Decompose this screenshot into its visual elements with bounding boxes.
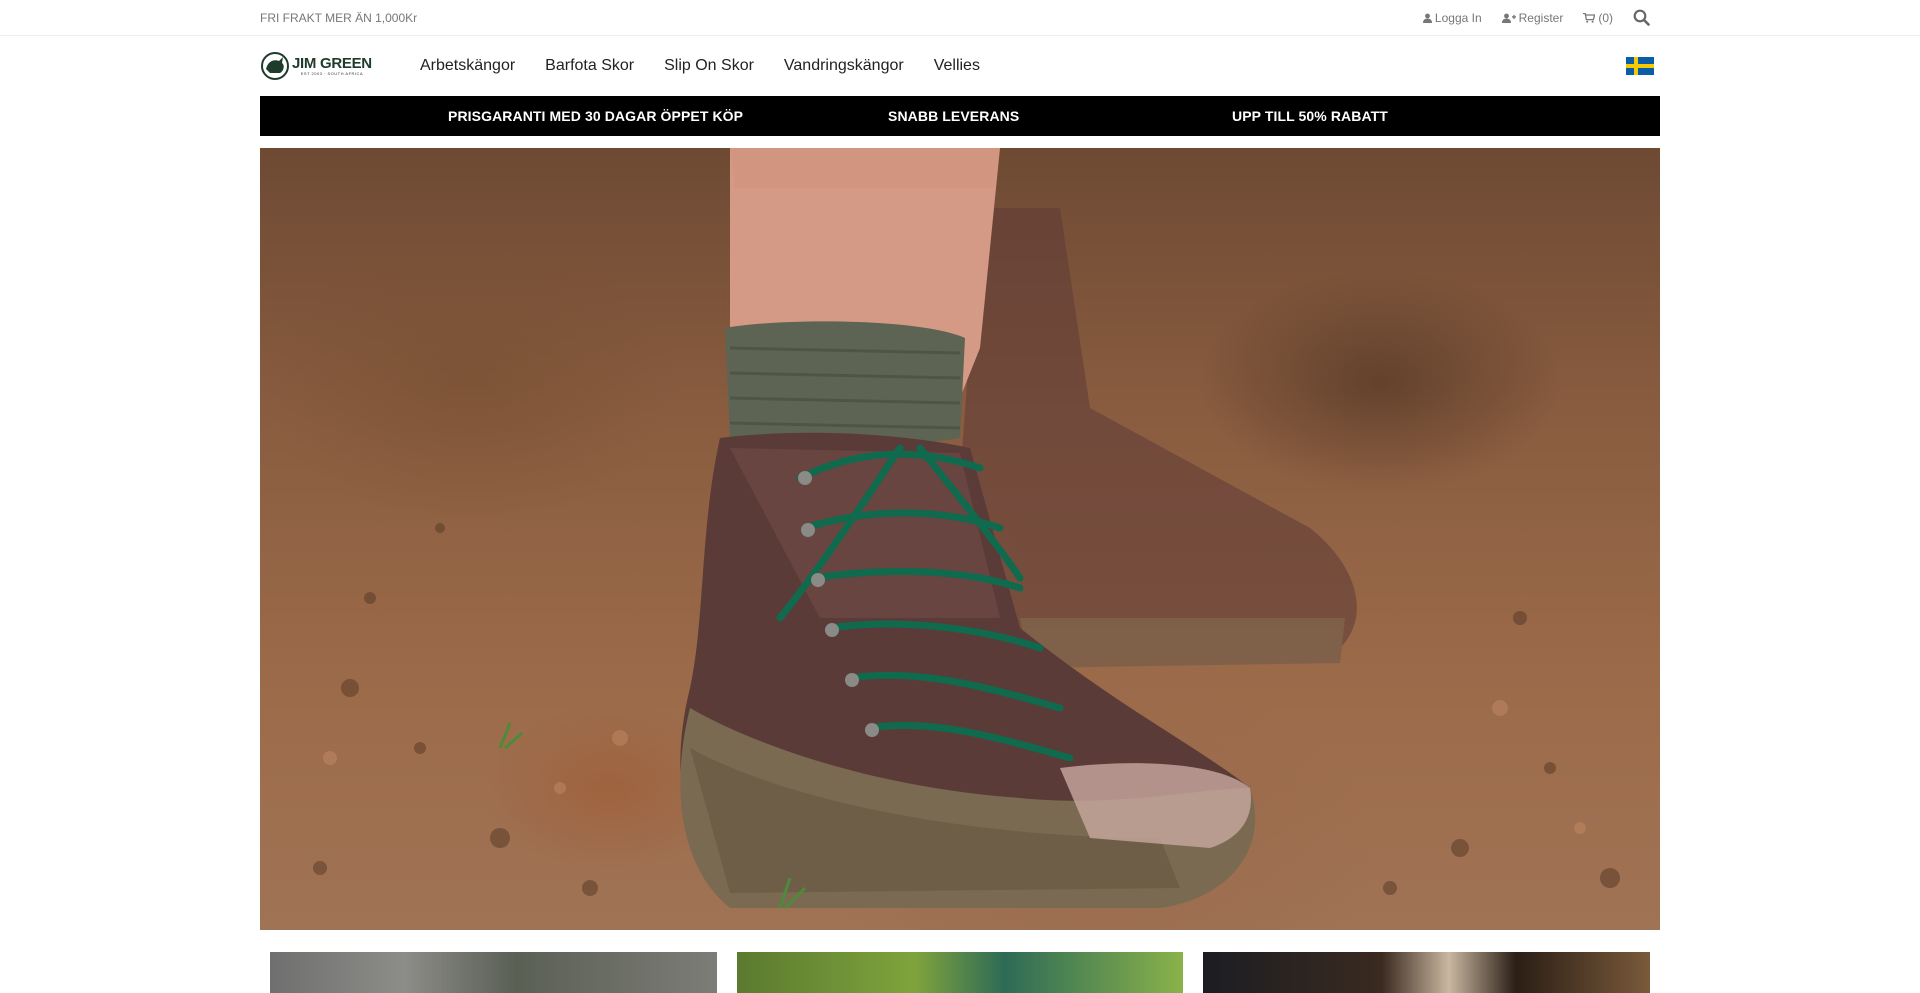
category-card-boots-grass[interactable] xyxy=(736,952,1184,993)
hero-banner-image[interactable] xyxy=(260,148,1660,930)
register-link[interactable]: Register xyxy=(1501,10,1564,25)
search-icon xyxy=(1633,9,1650,26)
register-label: Register xyxy=(1518,10,1564,25)
cart-icon xyxy=(1583,12,1596,23)
nav-item-slip-on-skor[interactable]: Slip On Skor xyxy=(664,57,754,75)
login-link[interactable]: Logga In xyxy=(1422,10,1482,25)
category-card-work-boots[interactable] xyxy=(270,952,717,993)
category-card-vellies[interactable] xyxy=(1203,952,1651,993)
usp-price-guarantee: PRISGARANTI MED 30 DAGAR ÖPPET KÖP xyxy=(448,108,744,124)
user-icon xyxy=(1422,13,1432,23)
nav-item-vandringskangor[interactable]: Vandringskängor xyxy=(784,57,904,75)
category-cards xyxy=(260,952,1660,993)
hiking-boot-illustration xyxy=(313,148,1620,910)
logo-tagline: EST 2003 · SOUTH AFRICA xyxy=(300,71,364,76)
free-shipping-promo: FRI FRAKT MER ÄN 1,000Kr xyxy=(260,10,418,25)
usp-bar: PRISGARANTI MED 30 DAGAR ÖPPET KÖP SNABB… xyxy=(260,96,1660,136)
cart-count: (0) xyxy=(1598,10,1613,25)
nav-item-barfota-skor[interactable]: Barfota Skor xyxy=(545,57,634,75)
nav-item-vellies[interactable]: Vellies xyxy=(934,57,980,75)
login-label: Logga In xyxy=(1434,10,1482,25)
sweden-flag-icon[interactable] xyxy=(1626,57,1654,75)
logo-wordmark: JIM GREEN xyxy=(292,55,372,72)
rhino-emblem-icon xyxy=(261,52,289,80)
usp-fast-delivery: SNABB LEVERANS xyxy=(888,108,1020,124)
utility-links: Logga In Register (0) xyxy=(1422,9,1660,26)
main-nav: Arbetskängor Barfota Skor Slip On Skor V… xyxy=(420,57,980,75)
user-plus-icon xyxy=(1501,13,1516,23)
top-utility-bar: FRI FRAKT MER ÄN 1,000Kr Logga In Regist… xyxy=(0,0,1920,36)
main-header: JIM GREEN EST 2003 · SOUTH AFRICA Arbets… xyxy=(260,36,1660,96)
jim-green-logo[interactable]: JIM GREEN EST 2003 · SOUTH AFRICA xyxy=(260,51,376,81)
nav-item-arbetskangor[interactable]: Arbetskängor xyxy=(420,57,515,75)
search-button[interactable] xyxy=(1633,9,1650,26)
usp-discount: UPP TILL 50% RABATT xyxy=(1232,108,1388,124)
cart-link[interactable]: (0) xyxy=(1583,11,1613,25)
